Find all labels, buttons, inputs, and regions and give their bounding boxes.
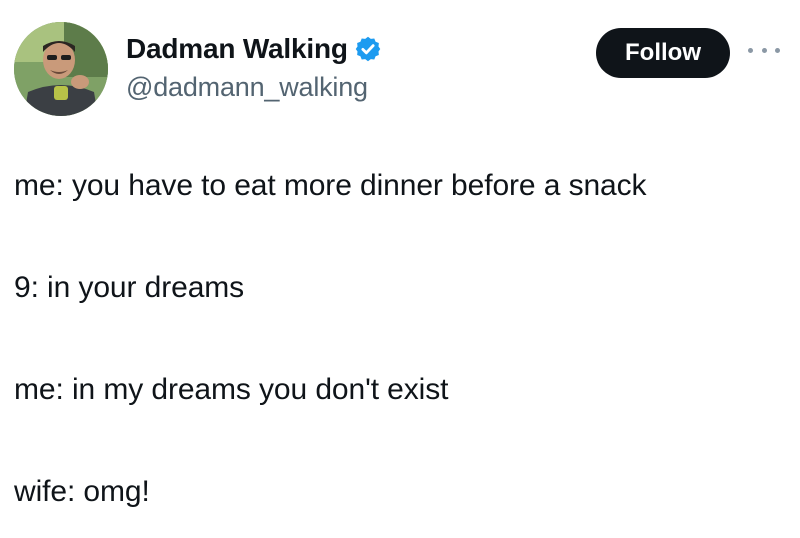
avatar-image	[14, 22, 108, 116]
follow-button[interactable]: Follow	[596, 28, 730, 78]
more-options-icon[interactable]	[748, 42, 780, 58]
tweet-text: me: you have to eat more dinner before a…	[14, 166, 786, 512]
name-row: Dadman Walking	[126, 32, 382, 66]
display-name[interactable]: Dadman Walking	[126, 33, 348, 65]
tweet-card: Dadman Walking @dadmann_walking Follow m…	[0, 0, 800, 538]
more-dot	[761, 47, 767, 53]
author-handle[interactable]: @dadmann_walking	[126, 72, 382, 103]
author-info: Dadman Walking @dadmann_walking	[126, 32, 382, 103]
tweet-line: wife: omg!	[14, 475, 150, 508]
tweet-header: Dadman Walking @dadmann_walking Follow	[14, 22, 786, 118]
more-dot	[748, 47, 753, 53]
tweet-line: me: you have to eat more dinner before a…	[14, 169, 647, 202]
verified-badge-icon	[354, 35, 382, 63]
tweet-line: me: in my dreams you don't exist	[14, 373, 449, 406]
avatar[interactable]	[14, 22, 108, 116]
tweet-line: 9: in your dreams	[14, 271, 245, 304]
more-dot	[775, 47, 780, 53]
